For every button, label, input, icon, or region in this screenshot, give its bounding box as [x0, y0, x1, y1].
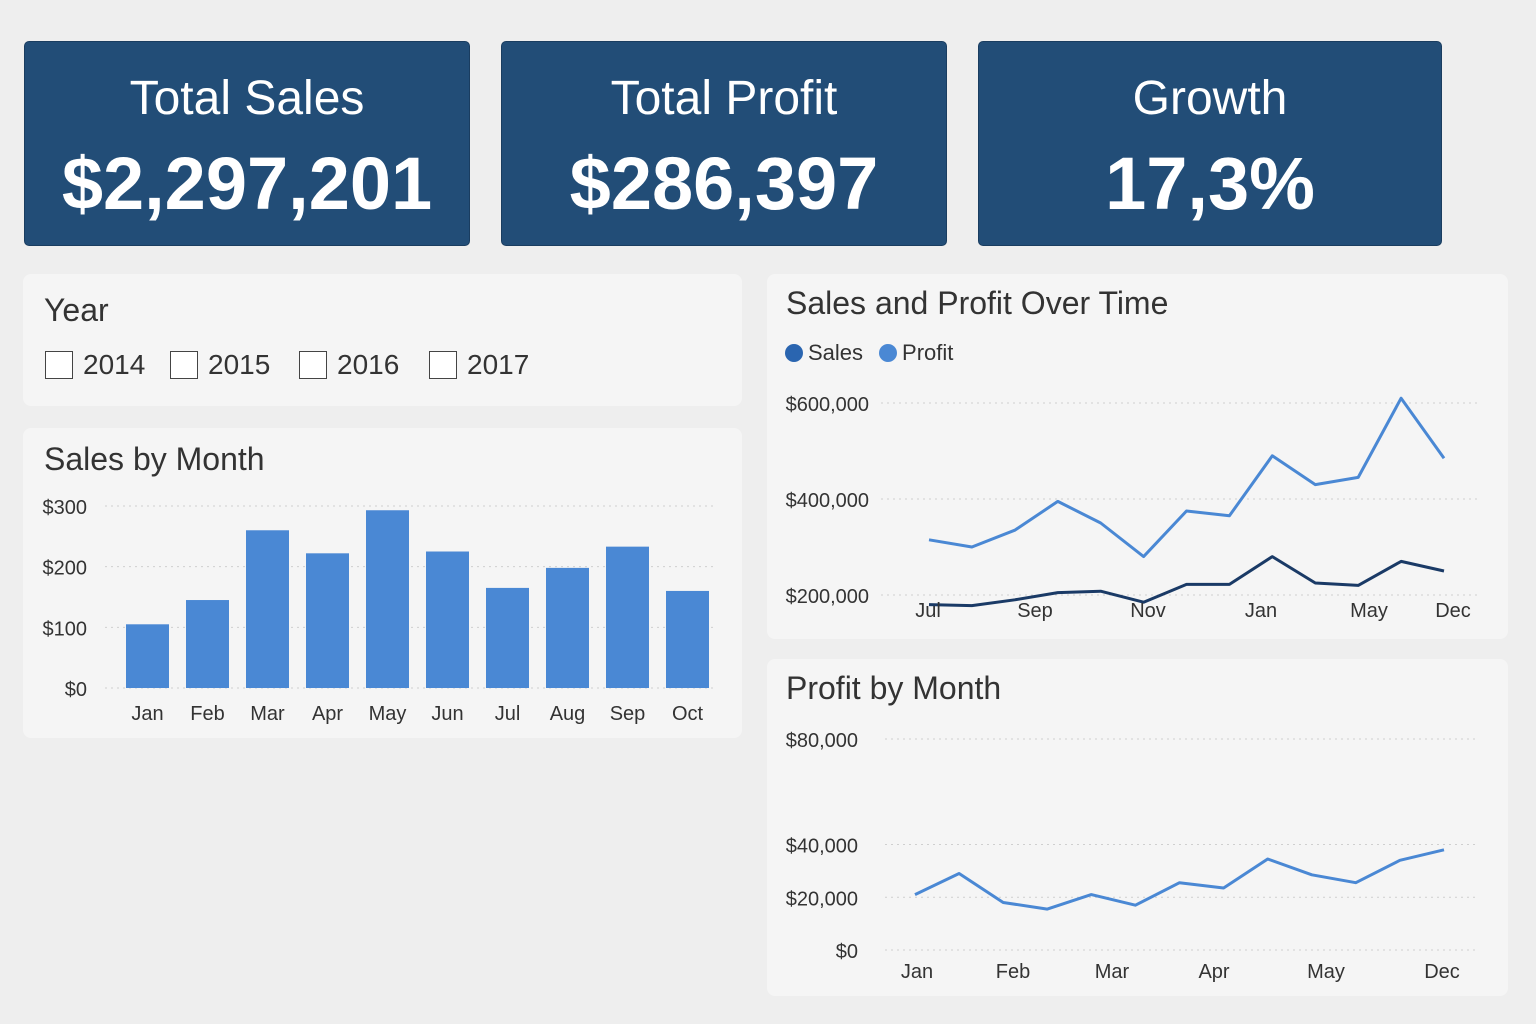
y-tick-label: $0: [65, 679, 87, 701]
year-option-2015[interactable]: 2015: [170, 348, 270, 382]
y-tick-label: $20,000: [786, 888, 858, 910]
x-tick-label: May: [1350, 600, 1388, 622]
x-tick-label: Jan: [901, 961, 933, 983]
x-tick-label: Jun: [431, 703, 463, 725]
kpi-card-growth: Growth 17,3%: [978, 41, 1442, 246]
bar: [366, 510, 409, 688]
kpi-label: Total Profit: [610, 72, 838, 125]
bar: [546, 567, 589, 688]
bar: [246, 530, 289, 688]
x-tick-label: Apr: [312, 703, 343, 725]
year-option-label: 2015: [208, 349, 271, 380]
x-tick-label: May: [369, 703, 407, 725]
x-tick-label: Sep: [1017, 600, 1053, 622]
y-tick-label: $200,000: [786, 586, 869, 608]
year-filter-panel: Year 2014 2015 2016 2017: [23, 274, 742, 406]
year-option-label: 2016: [337, 349, 400, 380]
x-tick-label: Feb: [996, 961, 1030, 983]
bar: [666, 590, 709, 688]
y-tick-label: $40,000: [786, 836, 858, 858]
x-tick-label: Dec: [1424, 961, 1460, 983]
kpi-card-total-profit: Total Profit $286,397: [501, 41, 947, 246]
x-tick-label: Sep: [610, 703, 646, 725]
year-checkbox[interactable]: [429, 351, 457, 379]
series-line-profit: [928, 555, 1445, 608]
y-tick-label: $200: [43, 558, 88, 580]
year-checkbox[interactable]: [170, 351, 198, 379]
x-tick-label: Dec: [1435, 600, 1471, 622]
kpi-value: 17,3%: [1105, 142, 1315, 225]
x-tick-label: Nov: [1130, 600, 1166, 622]
y-tick-label: $80,000: [786, 730, 858, 752]
x-tick-label: Mar: [1095, 961, 1130, 983]
x-tick-label: Jul: [915, 600, 941, 622]
year-checkbox[interactable]: [299, 351, 327, 379]
kpi-value: $286,397: [569, 142, 879, 225]
y-tick-label: $300: [43, 497, 88, 519]
y-tick-label: $0: [836, 941, 858, 963]
year-option-2014[interactable]: 2014: [45, 348, 145, 382]
y-tick-label: $400,000: [786, 490, 869, 512]
year-option-2017[interactable]: 2017: [429, 348, 529, 382]
sales-by-month-chart: $0 $100 $200 $300 Jan Feb Mar Apr May Jun Jul Aug Se…: [43, 497, 715, 725]
kpi-label: Total Sales: [129, 72, 365, 125]
series-line-sales: [928, 396, 1446, 559]
year-option-label: 2017: [467, 349, 530, 380]
x-tick-label: Jan: [1245, 600, 1277, 622]
bar: [186, 600, 229, 688]
bar: [606, 546, 649, 688]
sales-profit-line-chart: $200,000 $400,000 $600,000 Jul Sep Nov Jan May D…: [786, 394, 1477, 622]
bar: [426, 551, 469, 688]
kpi-label: Growth: [1132, 72, 1288, 125]
series-line-profit: [914, 848, 1445, 911]
bar: [486, 587, 529, 688]
kpi-value: $2,297,201: [61, 142, 433, 225]
profit-by-month-chart: $0 $20,000 $40,000 $80,000 Jan Feb Mar Apr May De…: [786, 730, 1477, 983]
x-tick-label: May: [1307, 961, 1345, 983]
bar: [306, 553, 349, 688]
x-tick-label: Aug: [550, 703, 586, 725]
y-tick-label: $600,000: [786, 394, 869, 416]
x-tick-label: Jan: [131, 703, 163, 725]
year-option-2016[interactable]: 2016: [299, 348, 399, 382]
x-tick-label: Jul: [495, 703, 521, 725]
x-tick-label: Oct: [672, 703, 704, 725]
profit-by-month-panel: Profit by Month $0 $20,000 $40,000 $80,000 J…: [767, 659, 1508, 996]
kpi-card-total-sales: Total Sales $2,297,201: [24, 41, 470, 246]
bar: [126, 624, 169, 688]
year-filter-title: Year: [44, 292, 109, 328]
x-tick-label: Feb: [190, 703, 224, 725]
x-tick-label: Apr: [1198, 961, 1229, 983]
x-tick-label: Mar: [250, 703, 285, 725]
year-checkbox[interactable]: [45, 351, 73, 379]
sales-profit-over-time-panel: Sales and Profit Over Time Sales Profit …: [767, 274, 1508, 639]
year-option-label: 2014: [83, 349, 146, 380]
sales-by-month-panel: Sales by Month $0 $100 $200 $300 Jan Feb Mar Ap…: [23, 428, 742, 738]
y-tick-label: $100: [43, 618, 88, 640]
